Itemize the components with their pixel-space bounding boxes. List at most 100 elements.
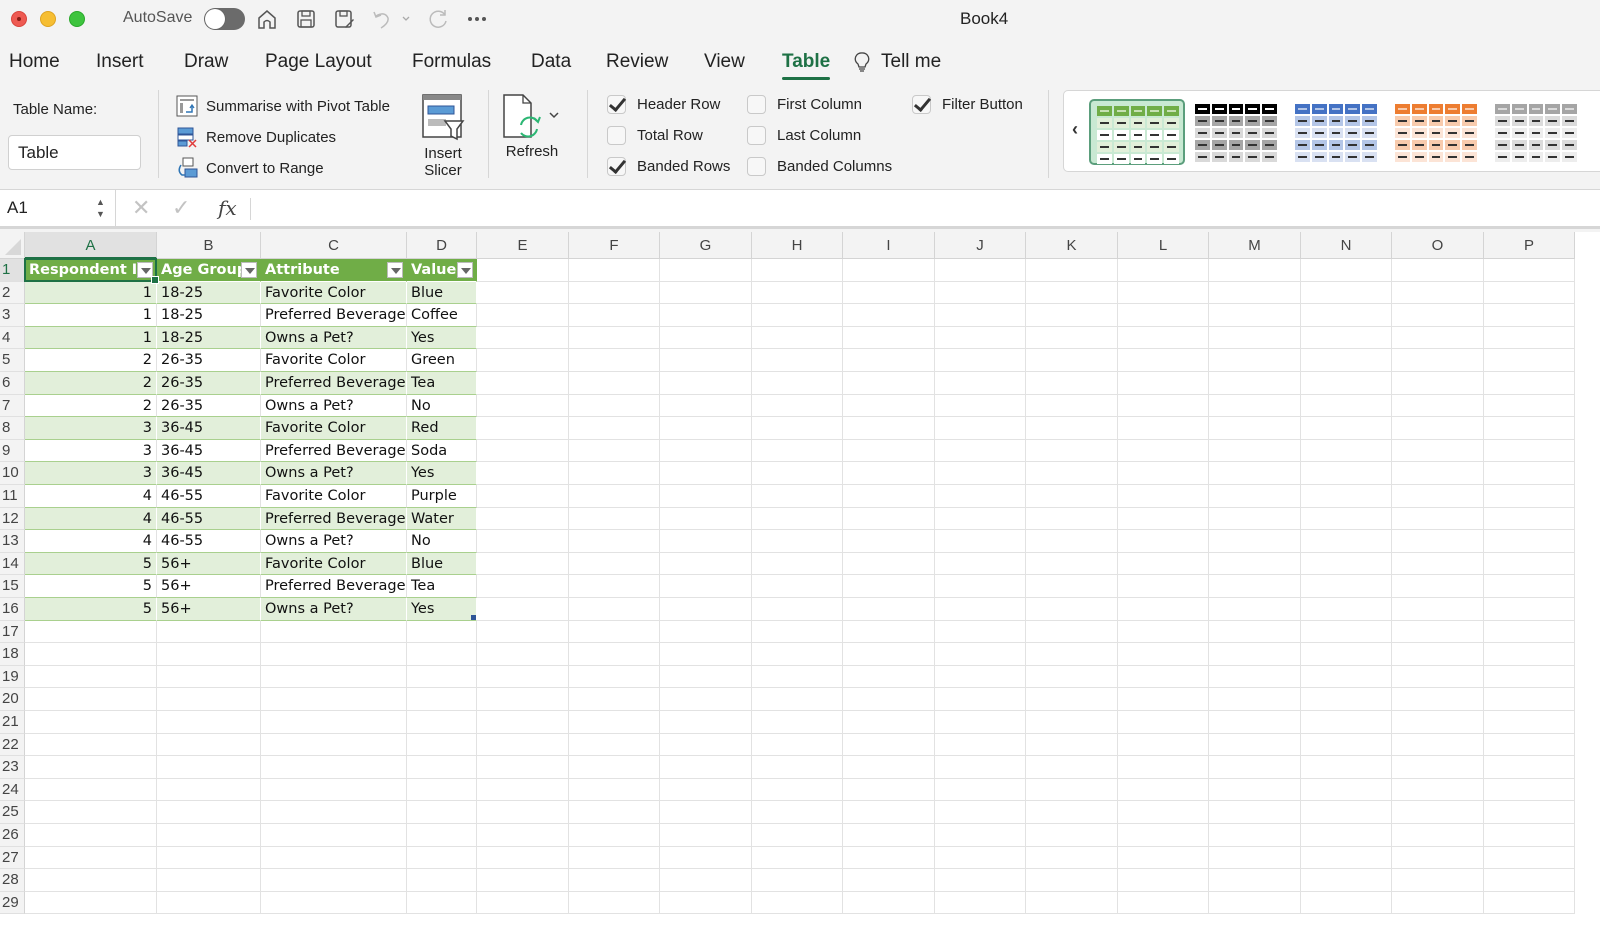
empty-cell[interactable]	[157, 665, 261, 689]
empty-cell[interactable]	[1301, 846, 1392, 870]
empty-cell[interactable]	[843, 891, 935, 915]
empty-cell[interactable]	[660, 485, 752, 508]
empty-cell[interactable]	[843, 824, 935, 847]
empty-cell[interactable]	[407, 891, 477, 915]
empty-cell[interactable]	[407, 620, 477, 644]
empty-cell[interactable]	[157, 756, 261, 779]
gallery-prev-icon[interactable]: ‹	[1072, 119, 1078, 140]
empty-cell[interactable]	[25, 643, 157, 666]
table-cell[interactable]: 36-45	[157, 462, 261, 485]
empty-cell[interactable]	[25, 665, 157, 689]
insert-function-icon[interactable]: fx	[218, 196, 237, 220]
empty-cell[interactable]	[843, 485, 935, 508]
header-row-checkbox[interactable]: Header Row	[607, 95, 720, 114]
table-cell[interactable]: Red	[407, 417, 477, 440]
empty-cell[interactable]	[1209, 439, 1301, 463]
empty-cell[interactable]	[261, 756, 407, 779]
empty-cell[interactable]	[1301, 462, 1392, 485]
table-cell[interactable]: Tea	[407, 575, 477, 598]
empty-cell[interactable]	[1026, 665, 1118, 689]
empty-cell[interactable]	[752, 665, 843, 689]
empty-cell[interactable]	[25, 733, 157, 757]
empty-cell[interactable]	[1301, 259, 1392, 282]
empty-cell[interactable]	[1484, 530, 1575, 553]
empty-cell[interactable]	[660, 575, 752, 598]
table-cell[interactable]: 56+	[157, 552, 261, 576]
table-cell[interactable]: Yes	[407, 462, 477, 485]
empty-cell[interactable]	[569, 778, 660, 802]
empty-cell[interactable]	[157, 824, 261, 847]
empty-cell[interactable]	[477, 575, 569, 598]
empty-cell[interactable]	[935, 326, 1026, 350]
table-cell[interactable]: Yes	[407, 598, 477, 621]
empty-cell[interactable]	[935, 462, 1026, 485]
empty-cell[interactable]	[1484, 575, 1575, 598]
table-cell[interactable]: Yes	[407, 326, 477, 350]
empty-cell[interactable]	[261, 711, 407, 734]
empty-cell[interactable]	[1392, 891, 1484, 915]
empty-cell[interactable]	[1301, 372, 1392, 395]
empty-cell[interactable]	[660, 552, 752, 576]
empty-cell[interactable]	[843, 349, 935, 372]
empty-cell[interactable]	[1209, 643, 1301, 666]
tab-data[interactable]: Data	[531, 51, 571, 73]
table-cell[interactable]: 46-55	[157, 507, 261, 531]
empty-cell[interactable]	[407, 665, 477, 689]
checkbox-box[interactable]	[912, 95, 931, 114]
empty-cell[interactable]	[1392, 304, 1484, 327]
row-header[interactable]: 29	[0, 891, 25, 915]
empty-cell[interactable]	[569, 688, 660, 711]
empty-cell[interactable]	[1118, 711, 1209, 734]
empty-cell[interactable]	[1118, 598, 1209, 621]
empty-cell[interactable]	[157, 869, 261, 892]
empty-cell[interactable]	[1392, 846, 1484, 870]
formula-input[interactable]	[258, 190, 1600, 227]
empty-cell[interactable]	[157, 620, 261, 644]
table-cell[interactable]: 26-35	[157, 394, 261, 418]
empty-cell[interactable]	[1392, 778, 1484, 802]
tab-tell-me[interactable]: Tell me	[853, 51, 941, 73]
empty-cell[interactable]	[1026, 688, 1118, 711]
empty-cell[interactable]	[660, 349, 752, 372]
banded-rows-checkbox[interactable]: Banded Rows	[607, 157, 730, 176]
empty-cell[interactable]	[25, 711, 157, 734]
empty-cell[interactable]	[1209, 281, 1301, 305]
filter-dropdown-icon[interactable]	[241, 262, 257, 278]
empty-cell[interactable]	[935, 372, 1026, 395]
empty-cell[interactable]	[1392, 530, 1484, 553]
column-header-a[interactable]: A	[25, 232, 157, 259]
filter-dropdown-icon[interactable]	[137, 262, 153, 278]
empty-cell[interactable]	[935, 349, 1026, 372]
empty-cell[interactable]	[1118, 372, 1209, 395]
save-as-icon[interactable]	[331, 6, 357, 32]
empty-cell[interactable]	[752, 507, 843, 531]
empty-cell[interactable]	[157, 891, 261, 915]
empty-cell[interactable]	[752, 281, 843, 305]
empty-cell[interactable]	[935, 485, 1026, 508]
empty-cell[interactable]	[569, 733, 660, 757]
empty-cell[interactable]	[1484, 598, 1575, 621]
empty-cell[interactable]	[935, 417, 1026, 440]
empty-cell[interactable]	[477, 620, 569, 644]
row-header[interactable]: 25	[0, 801, 25, 824]
row-header[interactable]: 22	[0, 733, 25, 757]
table-cell[interactable]: 2	[25, 372, 157, 395]
table-cell[interactable]: 5	[25, 552, 157, 576]
empty-cell[interactable]	[1392, 598, 1484, 621]
empty-cell[interactable]	[935, 756, 1026, 779]
empty-cell[interactable]	[477, 507, 569, 531]
tab-formulas[interactable]: Formulas	[412, 51, 491, 73]
empty-cell[interactable]	[660, 462, 752, 485]
table-cell[interactable]: 36-45	[157, 417, 261, 440]
empty-cell[interactable]	[569, 372, 660, 395]
empty-cell[interactable]	[1484, 372, 1575, 395]
empty-cell[interactable]	[1026, 259, 1118, 282]
empty-cell[interactable]	[1209, 326, 1301, 350]
empty-cell[interactable]	[1301, 824, 1392, 847]
row-header[interactable]: 7	[0, 394, 25, 418]
empty-cell[interactable]	[1392, 688, 1484, 711]
table-cell[interactable]: Favorite Color	[261, 349, 407, 372]
empty-cell[interactable]	[261, 688, 407, 711]
empty-cell[interactable]	[843, 778, 935, 802]
empty-cell[interactable]	[752, 304, 843, 327]
